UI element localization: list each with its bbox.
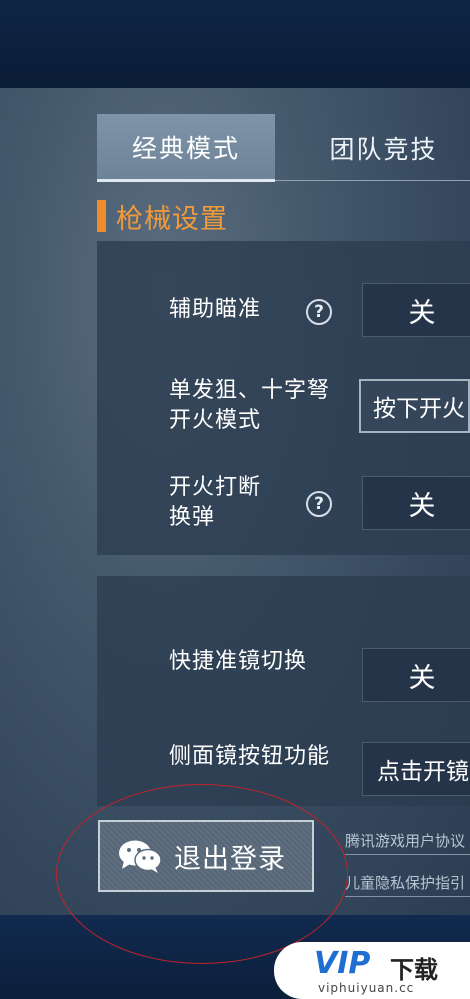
section-accent-bar: [97, 200, 106, 232]
quick-scope-switch-toggle[interactable]: 关: [362, 648, 470, 702]
side-scope-button-label: 侧面镜按钮功能: [169, 744, 331, 769]
tab-label: 经典模式: [131, 133, 240, 163]
section-title: 枪械设置: [116, 203, 228, 235]
fire-mode-label-line1: 单发狙、十字弩: [169, 378, 331, 403]
scope-settings-group: 快捷准镜切换 关 侧面镜按钮功能 点击开镜: [97, 576, 470, 806]
top-bar: [0, 0, 470, 88]
help-icon[interactable]: ?: [306, 299, 332, 325]
user-agreement-link[interactable]: 腾讯游戏用户协议: [345, 830, 465, 851]
aim-assist-toggle[interactable]: 关: [362, 283, 470, 337]
fire-interrupt-reload-label-line2: 换弹: [169, 505, 216, 530]
fire-interrupt-reload-label-line1: 开火打断: [169, 475, 262, 500]
watermark-text: 下载: [390, 956, 438, 984]
side-scope-button-select[interactable]: 点击开镜: [362, 742, 470, 796]
help-icon[interactable]: ?: [306, 491, 332, 517]
watermark-url: viphuiyuan.cc: [318, 981, 415, 995]
fire-mode-select[interactable]: 按下开火: [359, 379, 470, 433]
link-underline: [345, 896, 470, 897]
fire-mode-label-line2: 开火模式: [169, 408, 262, 433]
quick-scope-switch-label: 快捷准镜切换: [169, 649, 308, 674]
aim-assist-label: 辅助瞄准: [169, 297, 262, 322]
link-underline: [345, 854, 470, 855]
tab-label: 团队竞技: [329, 135, 438, 164]
tab-classic-mode[interactable]: 经典模式: [97, 114, 275, 182]
child-privacy-link[interactable]: 儿童隐私保护指引: [345, 872, 465, 893]
watermark-logo: VIP: [314, 946, 371, 981]
site-watermark: VIP 下载 viphuiyuan.cc: [274, 942, 470, 999]
tab-divider: [275, 180, 470, 181]
tab-team-deathmatch[interactable]: 团队竞技: [297, 114, 470, 182]
highlight-circle: [56, 784, 348, 964]
fire-interrupt-reload-toggle[interactable]: 关: [362, 476, 470, 530]
firearm-settings-group: 辅助瞄准 ? 关 单发狙、十字弩 开火模式 按下开火 开火打断 换弹 ? 关: [97, 241, 470, 555]
section-header: 枪械设置: [97, 196, 228, 236]
